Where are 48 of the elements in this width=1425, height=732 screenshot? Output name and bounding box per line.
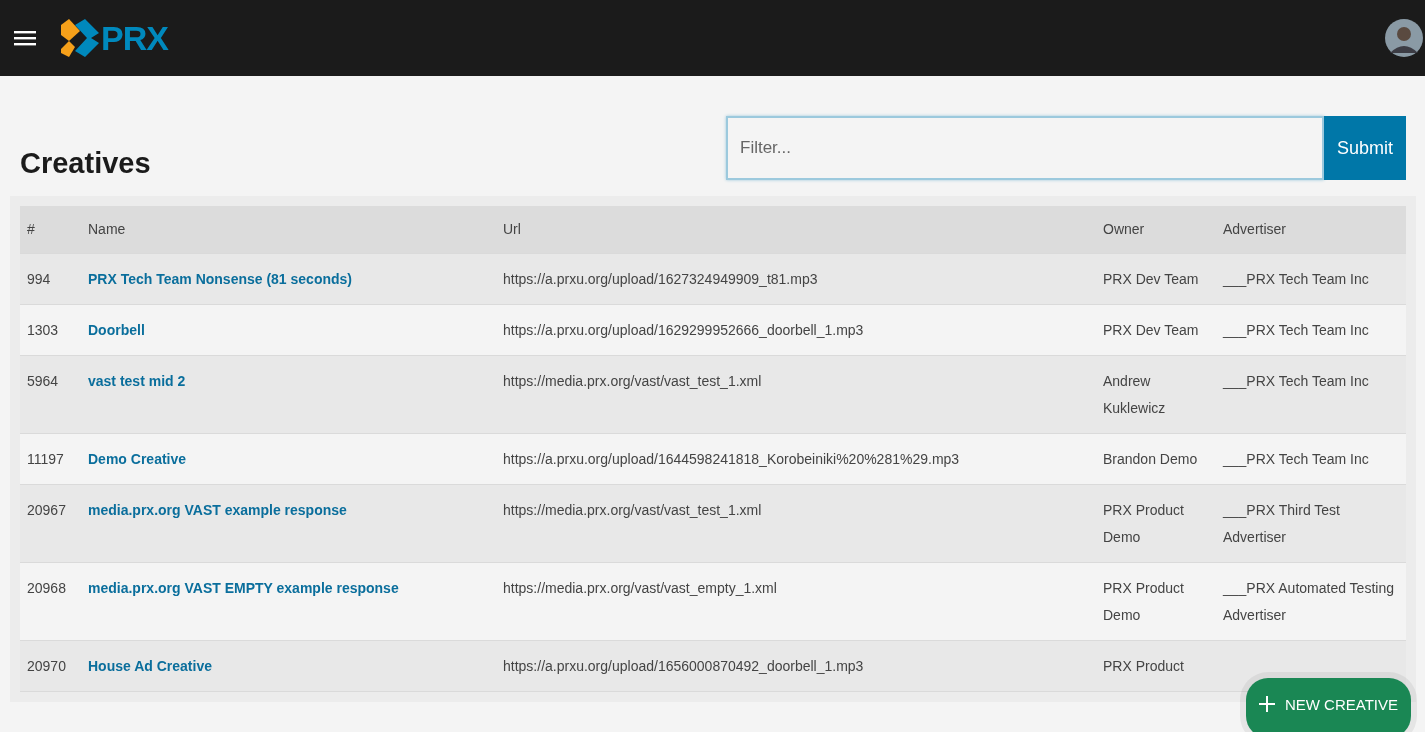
column-header: # xyxy=(27,220,36,239)
creative-link[interactable]: Doorbell xyxy=(88,322,145,338)
column-header: Name xyxy=(88,220,127,239)
table-cell-text: Andrew Kuklewicz xyxy=(1103,372,1167,418)
table-cell-text: PRX Dev Team xyxy=(1103,321,1200,340)
logo-text[interactable]: PRX xyxy=(101,18,168,58)
table-cell-text: PRX Dev Team xyxy=(1103,270,1200,289)
table-cell-text: 20967 xyxy=(27,501,67,520)
table-cell-text: ___PRX Tech Team Inc xyxy=(1223,270,1370,289)
creative-link[interactable]: PRX Tech Team Nonsense (81 seconds) xyxy=(88,271,352,287)
creative-link[interactable]: media.prx.org VAST EMPTY example response xyxy=(88,580,399,596)
table-cell-text: PRX Product xyxy=(1103,657,1185,676)
plus-icon xyxy=(1258,696,1275,712)
table-cell-text: https://a.prxu.org/upload/1629299952666_doorbell_1.mp3 xyxy=(503,321,865,340)
creative-link[interactable]: Demo Creative xyxy=(88,451,187,467)
table-cell-text: 994 xyxy=(27,270,52,289)
table-cell-text: PRX Product Demo xyxy=(1103,579,1185,625)
table-cell-text: 1303 xyxy=(27,321,60,340)
table-cell-text: 5964 xyxy=(27,372,60,391)
column-header: Advertiser xyxy=(1223,220,1288,239)
filter-field[interactable]: Filter... xyxy=(726,116,1324,180)
table-cell-text: ___PRX Third Test Advertiser xyxy=(1223,501,1341,547)
column-header: Url xyxy=(503,220,522,239)
table-cell-text: https://a.prxu.org/upload/1644598241818_Korobeiniki%20%281%29.mp3 xyxy=(503,450,961,469)
table-cell-text: ___PRX Automated Testing Advertiser xyxy=(1223,579,1395,625)
table-cell-text: 11197 xyxy=(27,450,65,469)
table-cell-text: 20968 xyxy=(27,579,67,598)
table-cell-text: Brandon Demo xyxy=(1103,450,1199,469)
table-cell-text: 20970 xyxy=(27,657,67,676)
table-cell-text: https://a.prxu.org/upload/1656000870492_doorbell_1.mp3 xyxy=(503,657,865,676)
submit-button[interactable]: Submit xyxy=(1324,116,1406,180)
logo-icon xyxy=(61,19,99,57)
menu-icon[interactable] xyxy=(14,30,36,46)
creative-link[interactable]: vast test mid 2 xyxy=(88,373,186,389)
avatar-icon[interactable] xyxy=(1385,19,1423,57)
page-title: Creatives xyxy=(20,147,151,180)
creative-link[interactable]: media.prx.org VAST example response xyxy=(88,502,347,518)
creative-link[interactable]: House Ad Creative xyxy=(88,658,212,674)
table-cell-text: https://a.prxu.org/upload/1627324949909_t81.mp3 xyxy=(503,270,819,289)
table-cell-text: https://media.prx.org/vast/vast_empty_1.xml xyxy=(503,579,778,598)
column-header: Owner xyxy=(1103,220,1146,239)
new-creative-button[interactable]: NEW CREATIVE xyxy=(1246,678,1411,732)
table-cell-text: PRX Product Demo xyxy=(1103,501,1185,547)
table-cell-text: https://media.prx.org/vast/vast_test_1.xml xyxy=(503,372,763,391)
table-cell-text: ___PRX Tech Team Inc xyxy=(1223,372,1370,391)
table-cell-text: https://media.prx.org/vast/vast_test_1.xml xyxy=(503,501,763,520)
table-cell-text: ___PRX Tech Team Inc xyxy=(1223,450,1370,469)
table-cell-text: ___PRX Tech Team Inc xyxy=(1223,321,1370,340)
